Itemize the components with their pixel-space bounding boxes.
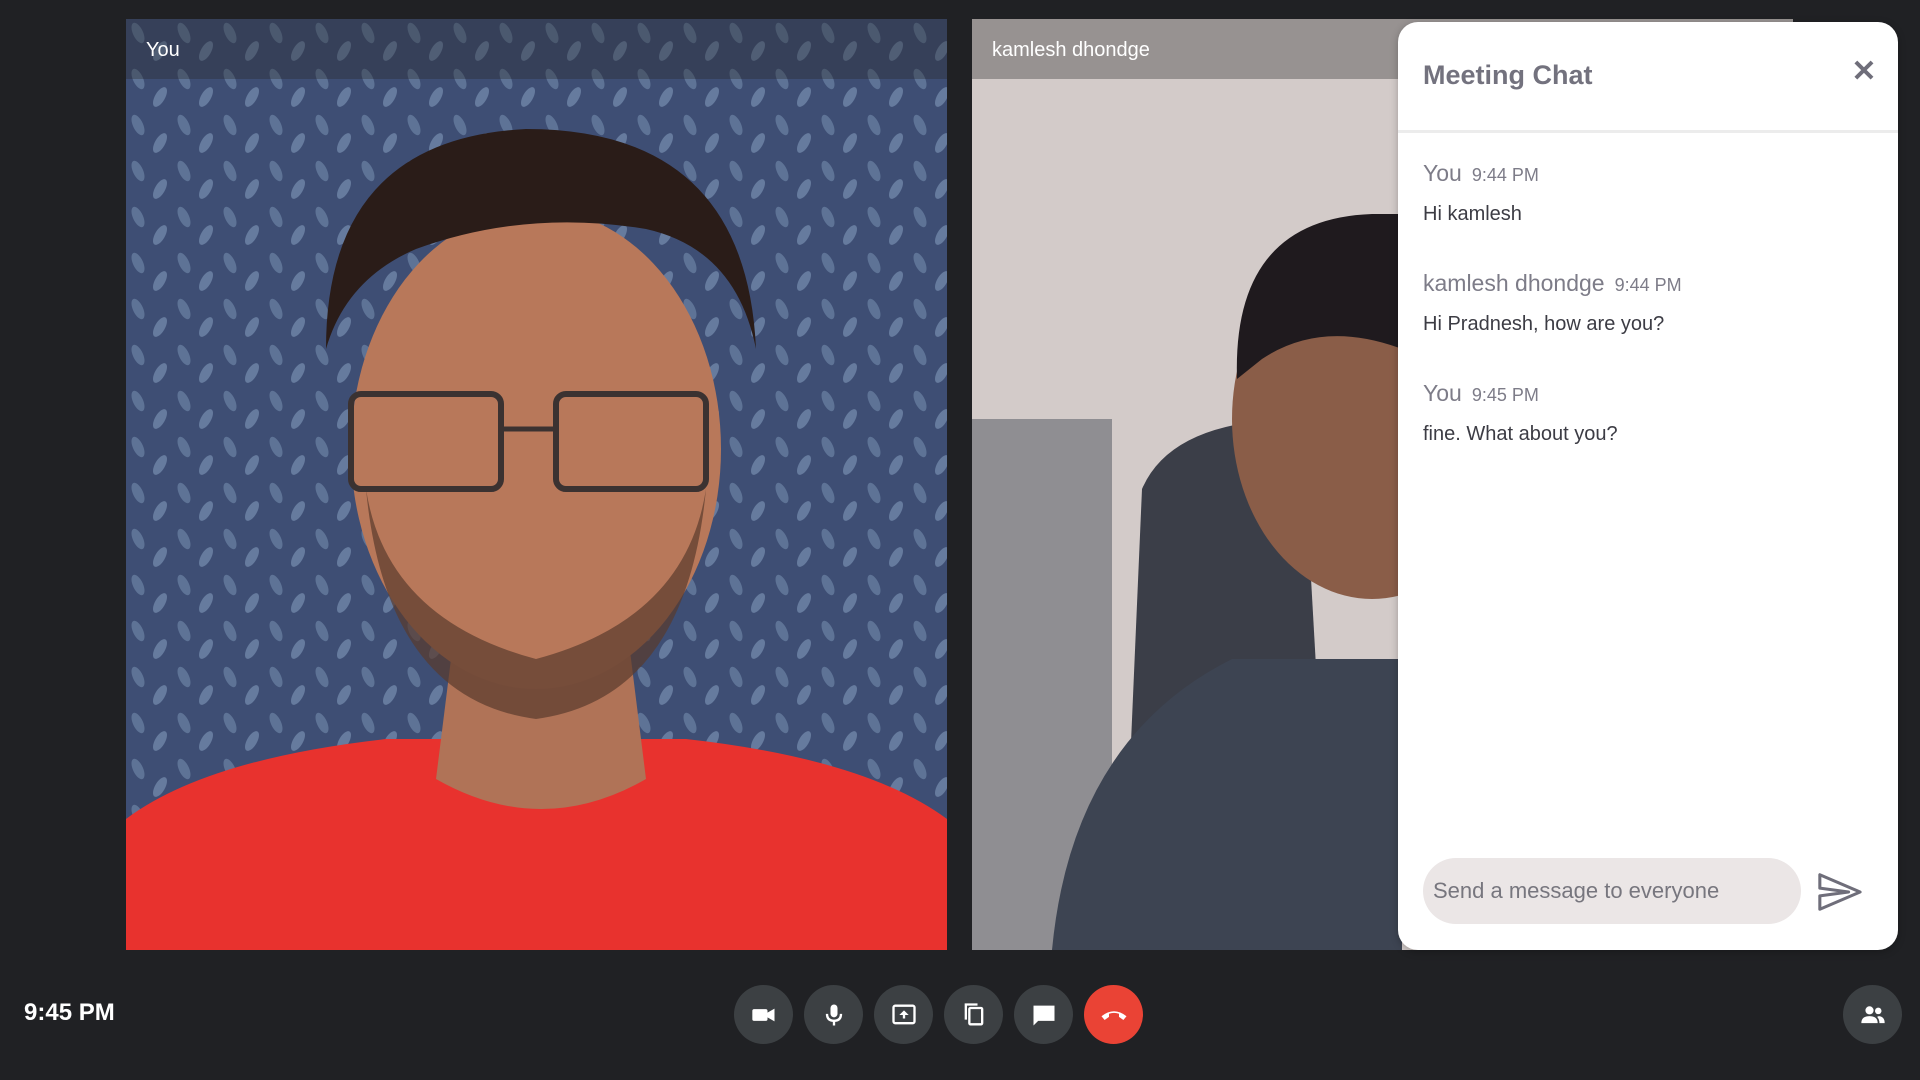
- present-screen-button[interactable]: [874, 985, 933, 1044]
- chat-message: kamlesh dhondge 9:44 PM Hi Pradnesh, how…: [1423, 270, 1682, 336]
- chat-header: Meeting Chat ✕: [1398, 22, 1898, 133]
- chat-message: You 9:45 PM fine. What about you?: [1423, 380, 1618, 446]
- message-text: fine. What about you?: [1423, 423, 1618, 445]
- microphone-icon: [825, 1004, 842, 1025]
- chat-message-input[interactable]: [1423, 858, 1801, 924]
- end-call-icon: [1101, 1010, 1126, 1020]
- local-tile-label-bar: You: [126, 19, 947, 79]
- present-screen-icon: [891, 1004, 916, 1024]
- copy-link-button[interactable]: [944, 985, 1003, 1044]
- end-call-button[interactable]: [1084, 985, 1143, 1044]
- microphone-toggle-button[interactable]: [804, 985, 863, 1044]
- chat-title: Meeting Chat: [1423, 60, 1593, 90]
- copy-link-icon: [964, 1002, 983, 1025]
- meeting-chat-panel: Meeting Chat ✕ You 9:44 PM Hi kamlesh ka…: [1398, 22, 1898, 950]
- chat-message: You 9:44 PM Hi kamlesh: [1423, 160, 1539, 226]
- local-participant-name: You: [146, 39, 180, 61]
- message-sender: You: [1423, 160, 1462, 186]
- message-text: Hi kamlesh: [1423, 203, 1522, 225]
- meeting-clock: 9:45 PM: [24, 999, 115, 1026]
- local-video-feed: [126, 19, 947, 950]
- remote-participant-name: kamlesh dhondge: [992, 39, 1150, 61]
- chat-icon: [1033, 1005, 1054, 1025]
- close-icon[interactable]: ✕: [1848, 56, 1880, 88]
- local-video-tile: You: [126, 19, 947, 950]
- chat-toggle-button[interactable]: [1014, 985, 1073, 1044]
- people-icon: [1860, 1005, 1885, 1023]
- send-icon[interactable]: [1816, 869, 1862, 915]
- participants-button[interactable]: [1843, 985, 1902, 1044]
- message-time: 9:44 PM: [1471, 165, 1539, 185]
- call-controls: [734, 985, 1143, 1044]
- message-sender: You: [1423, 380, 1462, 406]
- camera-icon: [751, 1008, 774, 1021]
- message-time: 9:45 PM: [1471, 385, 1539, 405]
- message-text: Hi Pradnesh, how are you?: [1423, 313, 1665, 335]
- message-time: 9:44 PM: [1614, 275, 1682, 295]
- camera-toggle-button[interactable]: [734, 985, 793, 1044]
- message-sender: kamlesh dhondge: [1423, 270, 1605, 296]
